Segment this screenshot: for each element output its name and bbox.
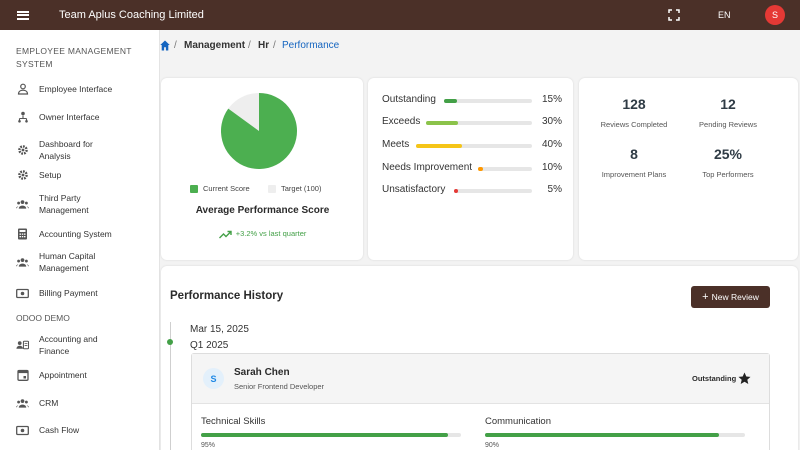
skill-progress-track bbox=[485, 433, 745, 437]
home-icon[interactable] bbox=[160, 40, 170, 51]
stat-pending-reviews: 12 Pending Reviews bbox=[699, 96, 757, 129]
distribution-track bbox=[416, 144, 532, 148]
sidebar: EMPLOYEE MANAGEMENT SYSTEM Employee Inte… bbox=[0, 30, 160, 450]
top-app-bar: Team Aplus Coaching Limited EN S bbox=[0, 0, 800, 30]
skill-technical-skills: Technical Skills 95% bbox=[201, 416, 461, 449]
distribution-label: Exceeds bbox=[382, 116, 421, 127]
menu-icon[interactable] bbox=[0, 0, 46, 30]
distribution-label: Needs Improvement bbox=[382, 162, 473, 173]
distribution-track bbox=[454, 189, 532, 193]
review-date: Mar 15, 2025 bbox=[190, 324, 249, 335]
sidebar-item-setup[interactable]: Setup bbox=[0, 168, 160, 182]
distribution-fill bbox=[426, 121, 458, 125]
breadcrumb-hr[interactable]: Hr bbox=[258, 40, 269, 51]
sidebar-item-accounting-and-finance[interactable]: Accounting and Finance bbox=[0, 333, 160, 357]
sidebar-item-human-capital-management[interactable]: Human Capital Management bbox=[0, 250, 160, 274]
sidebar-item-employee-interface[interactable]: Employee Interface bbox=[0, 82, 160, 96]
distribution-row-unsatisfactory: Unsatisfactory 5% bbox=[382, 184, 562, 198]
breadcrumb-separator: / bbox=[174, 40, 177, 51]
gear-icon bbox=[16, 144, 29, 157]
fullscreen-icon[interactable] bbox=[668, 9, 680, 21]
legend-swatch-current bbox=[190, 184, 198, 193]
timeline-dot bbox=[167, 339, 173, 345]
legend-current-score: Current Score bbox=[190, 184, 250, 193]
distribution-track bbox=[426, 121, 532, 125]
user-avatar[interactable]: S bbox=[765, 5, 785, 25]
average-score-title: Average Performance Score bbox=[195, 205, 330, 216]
distribution-label: Unsatisfactory bbox=[382, 184, 446, 195]
sidebar-item-owner-interface[interactable]: Owner Interface bbox=[0, 110, 160, 124]
skill-progress-track bbox=[201, 433, 461, 437]
distribution-fill bbox=[454, 189, 458, 193]
distribution-label: Outstanding bbox=[382, 94, 436, 105]
sidebar-item-cash-flow[interactable]: Cash Flow bbox=[0, 423, 160, 437]
distribution-fill bbox=[416, 144, 462, 148]
sidebar-item-billing-payment[interactable]: Billing Payment bbox=[0, 286, 160, 300]
breadcrumb-management[interactable]: Management bbox=[184, 40, 245, 51]
new-review-button[interactable]: + New Review bbox=[691, 286, 770, 308]
trending-up-icon bbox=[218, 230, 232, 239]
group-icon bbox=[16, 256, 29, 269]
breadcrumb: / Management / Hr / Performance bbox=[160, 30, 800, 62]
distribution-row-meets: Meets 40% bbox=[382, 139, 562, 153]
distribution-track bbox=[478, 167, 532, 171]
distribution-percent: 30% bbox=[541, 116, 562, 127]
review-quarter: Q1 2025 bbox=[190, 340, 229, 351]
hierarchy-icon bbox=[16, 111, 29, 124]
skill-progress-fill bbox=[201, 433, 448, 437]
gear-icon bbox=[16, 169, 29, 182]
sidebar-heading: EMPLOYEE MANAGEMENT SYSTEM bbox=[16, 46, 132, 69]
legend-swatch-target bbox=[268, 184, 276, 193]
calendar-icon bbox=[16, 369, 29, 382]
review-entry-card[interactable]: S Sarah Chen Senior Frontend Developer O… bbox=[191, 353, 770, 450]
distribution-fill bbox=[444, 99, 457, 103]
sidebar-section-odoo-demo: ODOO DEMO bbox=[16, 313, 70, 323]
breadcrumb-separator: / bbox=[248, 40, 251, 51]
group-icon bbox=[16, 397, 29, 410]
stat-top-performers: 25% Top Performers bbox=[702, 146, 754, 179]
distribution-fill bbox=[478, 167, 483, 171]
sidebar-item-third-party-management[interactable]: Third Party Management bbox=[0, 192, 160, 216]
performance-history-title: Performance History bbox=[170, 290, 284, 302]
review-entry-header: S Sarah Chen Senior Frontend Developer O… bbox=[192, 354, 769, 404]
payment-icon bbox=[16, 424, 29, 437]
calculator-icon bbox=[16, 228, 29, 241]
contact-card-icon bbox=[16, 339, 29, 352]
language-selector[interactable]: EN bbox=[718, 10, 731, 20]
distribution-row-outstanding: Outstanding 15% bbox=[382, 94, 562, 108]
score-trend: +3.2% vs last quarter bbox=[160, 229, 365, 239]
distribution-percent: 15% bbox=[541, 94, 562, 105]
employee-name: Sarah Chen bbox=[234, 367, 290, 378]
distribution-percent: 5% bbox=[547, 184, 562, 195]
payment-icon bbox=[16, 287, 29, 300]
distribution-percent: 10% bbox=[541, 162, 562, 173]
employee-avatar: S bbox=[203, 368, 224, 389]
sidebar-item-appointment[interactable]: Appointment bbox=[0, 368, 160, 382]
breadcrumb-separator: / bbox=[273, 40, 276, 51]
distribution-label: Meets bbox=[382, 139, 410, 150]
distribution-percent: 40% bbox=[541, 139, 562, 150]
distribution-track bbox=[444, 99, 532, 103]
app-title: Team Aplus Coaching Limited bbox=[59, 9, 204, 21]
plus-icon: + bbox=[702, 291, 709, 303]
sidebar-item-crm[interactable]: CRM bbox=[0, 396, 160, 410]
breadcrumb-performance: Performance bbox=[282, 40, 340, 51]
employee-role: Senior Frontend Developer bbox=[234, 382, 325, 391]
legend-target: Target (100) bbox=[268, 184, 321, 193]
score-pie-chart bbox=[220, 93, 297, 169]
distribution-row-exceeds: Exceeds 30% bbox=[382, 116, 562, 130]
rating-label: Outstanding bbox=[692, 374, 737, 383]
sidebar-item-dashboard-for-analysis[interactable]: Dashboard for Analysis bbox=[0, 138, 160, 162]
group-icon bbox=[16, 198, 29, 211]
sidebar-item-accounting-system[interactable]: Accounting System bbox=[0, 227, 160, 241]
person-icon bbox=[16, 83, 29, 96]
skill-communication: Communication 90% bbox=[485, 416, 745, 449]
star-icon bbox=[738, 372, 751, 384]
distribution-row-needs-improvement: Needs Improvement 10% bbox=[382, 162, 562, 176]
skill-progress-fill bbox=[485, 433, 719, 437]
